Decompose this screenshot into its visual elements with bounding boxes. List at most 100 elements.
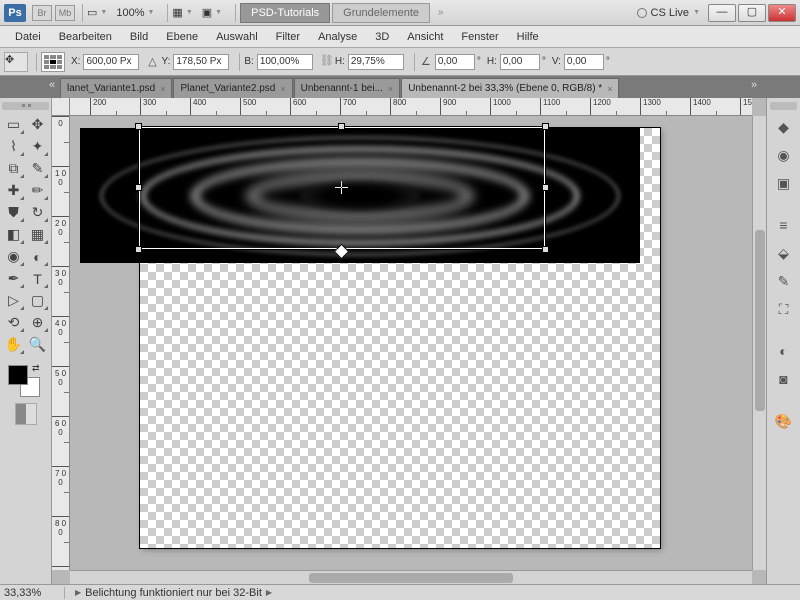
reference-point-grid[interactable] — [41, 52, 65, 72]
ruler-tick: 1000 — [490, 98, 540, 116]
type-tool[interactable]: T — [26, 268, 49, 289]
minimize-button[interactable]: — — [708, 4, 736, 22]
doc-tab-2[interactable]: Unbenannt-1 bei...× — [294, 78, 401, 98]
hand-tool[interactable]: ✋ — [2, 334, 25, 355]
screen-mode-dropdown[interactable]: ▣▼ — [202, 6, 225, 19]
zoom-tool[interactable]: 🔍 — [26, 334, 49, 355]
ruler-tick: 6 0 0 — [52, 416, 69, 466]
close-icon[interactable]: × — [607, 84, 612, 94]
3d-rotate-tool[interactable]: ⟲ — [2, 312, 25, 333]
doc-tab-1[interactable]: Planet_Variante2.psd× — [173, 78, 292, 98]
lasso-tool[interactable]: ⌇ — [2, 136, 25, 157]
brush-tool[interactable]: ✏ — [26, 180, 49, 201]
panel-swatches-icon[interactable]: ▣ — [770, 170, 797, 196]
scrollbar-horizontal[interactable] — [70, 570, 752, 584]
shape-tool[interactable]: ▢ — [26, 290, 49, 311]
menu-auswahl[interactable]: Auswahl — [207, 28, 267, 46]
menu-datei[interactable]: Datei — [6, 28, 50, 46]
workspace-tab-psd-tutorials[interactable]: PSD-Tutorials — [240, 3, 330, 23]
3d-orbit-tool[interactable]: ⊕ — [26, 312, 49, 333]
quick-mask-toggle[interactable] — [15, 403, 37, 425]
transform-tool-icon[interactable]: ✥ — [4, 52, 28, 72]
pen-tool[interactable]: ✒ — [2, 268, 25, 289]
menu-3d[interactable]: 3D — [366, 28, 398, 46]
workspace-overflow-icon[interactable]: » — [438, 7, 444, 18]
menu-ansicht[interactable]: Ansicht — [398, 28, 452, 46]
delta-icon[interactable]: △ — [145, 55, 159, 68]
close-button[interactable]: ✕ — [768, 4, 796, 22]
scrollbar-thumb[interactable] — [309, 573, 514, 583]
link-wh-icon[interactable]: ⛓ — [319, 54, 335, 70]
panel-color-icon[interactable]: ◉ — [770, 142, 797, 168]
menu-bearbeiten[interactable]: Bearbeiten — [50, 28, 121, 46]
status-prev-icon[interactable]: ▶ — [75, 588, 81, 597]
dodge-tool[interactable]: ◐ — [26, 246, 49, 267]
arrange-dropdown[interactable]: ▦▼ — [172, 6, 195, 19]
vskew-input[interactable] — [564, 54, 604, 70]
close-icon[interactable]: × — [280, 84, 285, 94]
history-brush-tool[interactable]: ↻ — [26, 202, 49, 223]
doc-tab-0[interactable]: lanet_Variante1.psd× — [60, 78, 172, 98]
angle-field: ° — [435, 54, 481, 70]
dock-grip[interactable] — [770, 102, 797, 110]
tabs-scroll-right-icon[interactable]: » — [746, 79, 762, 95]
y-input[interactable] — [173, 54, 229, 70]
healing-tool[interactable]: ✚ — [2, 180, 25, 201]
app-logo: Ps — [4, 4, 26, 22]
eyedropper-tool[interactable]: ✎ — [26, 158, 49, 179]
hskew-input[interactable] — [500, 54, 540, 70]
x-field: X: — [71, 54, 139, 70]
gradient-tool[interactable]: ▦ — [26, 224, 49, 245]
status-next-icon[interactable]: ▶ — [266, 588, 272, 597]
close-icon[interactable]: × — [388, 84, 393, 94]
doc-tab-3[interactable]: Unbenannt-2 bei 33,3% (Ebene 0, RGB/8) *… — [401, 78, 619, 98]
maximize-button[interactable]: ▢ — [738, 4, 766, 22]
menu-filter[interactable]: Filter — [267, 28, 309, 46]
zoom-dropdown[interactable]: 100%▼ — [116, 7, 157, 19]
scrollbar-thumb[interactable] — [755, 230, 765, 412]
status-zoom[interactable]: 33,33% — [4, 587, 58, 599]
ruler-horizontal[interactable]: 4003002001000100200300400500600700800900… — [70, 98, 752, 116]
menu-ebene[interactable]: Ebene — [157, 28, 207, 46]
blur-tool[interactable]: ◉ — [2, 246, 25, 267]
ruler-origin[interactable] — [52, 98, 70, 116]
x-input[interactable] — [83, 54, 139, 70]
panel-exposure-icon[interactable]: ◙ — [770, 366, 797, 392]
panel-layers-icon[interactable]: ◆ — [770, 114, 797, 140]
toolbox-grip[interactable] — [2, 102, 49, 110]
zoom-value: 100% — [116, 7, 144, 19]
panel-brightness-icon[interactable]: ◐ — [770, 338, 797, 364]
panel-paths-icon[interactable]: ✎ — [770, 268, 797, 294]
menu-bild[interactable]: Bild — [121, 28, 157, 46]
artboard[interactable] — [140, 128, 660, 548]
menu-fenster[interactable]: Fenster — [452, 28, 507, 46]
ruler-vertical[interactable]: 01 0 02 0 03 0 04 0 05 0 06 0 07 0 08 0 … — [52, 116, 70, 570]
menu-analyse[interactable]: Analyse — [309, 28, 366, 46]
view-mode-dropdown[interactable]: ▭▼ — [87, 6, 110, 19]
panel-adjustments-icon[interactable]: ≡ — [770, 212, 797, 238]
h-input[interactable] — [348, 54, 404, 70]
panel-palette-icon[interactable]: 🎨 — [770, 408, 797, 434]
panel-styles-icon[interactable]: ⛶ — [770, 296, 797, 322]
magic-wand-tool[interactable]: ✦ — [26, 136, 49, 157]
stamp-tool[interactable]: ⛊ — [2, 202, 25, 223]
close-icon[interactable]: × — [160, 84, 165, 94]
move-tool[interactable]: ✥ — [26, 114, 49, 135]
marquee-tool[interactable]: ▭ — [2, 114, 25, 135]
workspace-tab-grundelemente[interactable]: Grundelemente — [332, 3, 430, 23]
bridge-button[interactable]: Br — [32, 5, 52, 21]
cs-live-button[interactable]: CS Live ▼ — [637, 7, 700, 19]
menu-hilfe[interactable]: Hilfe — [508, 28, 548, 46]
tabs-scroll-left-icon[interactable]: « — [44, 79, 60, 95]
eraser-tool[interactable]: ◧ — [2, 224, 25, 245]
angle-input[interactable] — [435, 54, 475, 70]
scrollbar-vertical[interactable] — [752, 116, 766, 570]
panel-masks-icon[interactable]: ⬙ — [770, 240, 797, 266]
path-select-tool[interactable]: ▷ — [2, 290, 25, 311]
w-input[interactable] — [257, 54, 313, 70]
swap-colors-icon[interactable]: ⇄ — [32, 363, 42, 373]
crop-tool[interactable]: ⧉ — [2, 158, 25, 179]
canvas-viewport[interactable] — [70, 116, 752, 570]
minibridge-button[interactable]: Mb — [55, 5, 75, 21]
foreground-color[interactable] — [8, 365, 28, 385]
